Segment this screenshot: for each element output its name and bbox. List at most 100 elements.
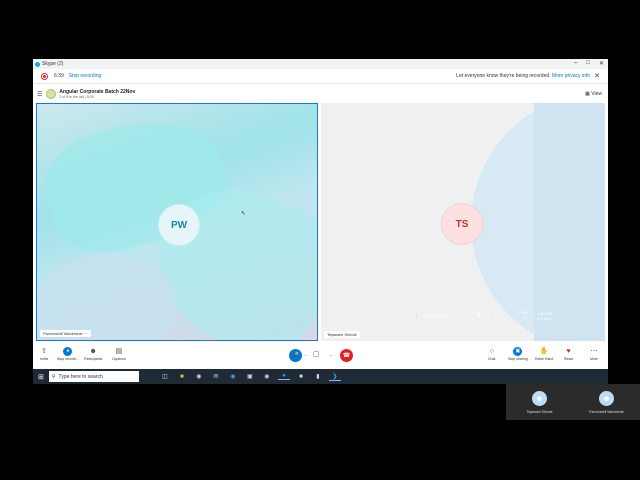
stop-recording-button[interactable]: ● Stop recordi... — [57, 347, 79, 361]
control-label: Invite — [40, 357, 49, 361]
powerpoint-icon[interactable]: ■ — [295, 374, 307, 380]
recording-notice-text: Let everyone know they're being recorded… — [456, 73, 551, 79]
control-label: Stop recordi... — [57, 357, 79, 361]
chat-icon: ○ — [489, 348, 494, 355]
privacy-info-link[interactable]: More privacy info — [552, 73, 590, 79]
invite-button[interactable]: ⇧ Invite — [40, 347, 48, 361]
avatar: PW — [158, 204, 200, 246]
participant-name-tag: Tejaswini Shinde — [324, 331, 360, 338]
menu-icon[interactable]: ☰ — [37, 91, 42, 98]
microphone-button[interactable]: 🎤 — [289, 349, 302, 362]
skype-window: Skype (2) – □ ✕ 6:39 Stop recording Let … — [33, 59, 608, 384]
more-button[interactable]: ⋯ More — [590, 347, 598, 361]
volume-icon[interactable]: ♫ — [493, 313, 496, 318]
call-controls: ⇧ Invite ● Stop recordi... ☻ Participant… — [33, 344, 608, 369]
close-icon[interactable]: ✕ — [599, 60, 604, 67]
system-tray: ⌃ ▮ ◯ ♫ — [470, 312, 497, 318]
share-screen-icon: ▣ — [513, 347, 523, 356]
weather-text: 22°C Clear — [423, 313, 448, 320]
skype-taskbar-icon[interactable]: ● — [277, 373, 290, 380]
group-avatar — [46, 89, 57, 99]
chevron-down-icon[interactable]: ⌄ — [304, 352, 307, 357]
task-view-icon[interactable]: ◫ — [159, 373, 171, 380]
windows-taskbar: ⊞ ⚲ Type here to search ◫ ■ ◉ ✉ ◉ ▣ ◉ ● … — [33, 369, 608, 384]
mini-call-window[interactable]: ☻ Tejaswini Shinde ☻ Panchashil Wankhede — [506, 384, 640, 420]
background-shape — [534, 103, 605, 341]
avatar: TS — [441, 203, 483, 245]
terminal-icon[interactable]: ▮ — [312, 373, 324, 380]
edge-icon[interactable]: ◉ — [227, 373, 239, 380]
language-code: ENG — [521, 311, 529, 315]
region-code: IN — [523, 315, 527, 320]
grid-icon: ▦ — [585, 91, 590, 97]
hang-up-icon: ☎ — [342, 353, 351, 359]
person-icon: ☻ — [532, 391, 547, 406]
person-icon: ☻ — [599, 391, 614, 406]
control-label: Raise Hand — [535, 357, 554, 361]
raise-hand-button[interactable]: ✋ Raise Hand — [535, 347, 553, 361]
control-label: More — [590, 357, 598, 361]
language-indicator[interactable]: ENG IN — [521, 311, 529, 320]
window-controls: – □ ✕ — [574, 60, 604, 67]
minimize-icon[interactable]: – — [574, 60, 577, 67]
control-label: Captions — [112, 357, 126, 361]
background-shape — [37, 254, 177, 340]
chrome-icon[interactable]: ◉ — [261, 373, 273, 380]
vscode-icon[interactable]: ❯ — [328, 373, 341, 381]
more-options-icon[interactable]: ··· — [84, 331, 88, 336]
end-call-button[interactable]: ☎ — [340, 349, 353, 362]
control-label: Stop sharing — [508, 357, 528, 361]
store-icon[interactable]: ▣ — [244, 373, 256, 380]
avatar-initials: PW — [170, 219, 188, 231]
recording-time: 6:39 — [54, 73, 64, 79]
meeting-info[interactable]: Angular Corporate Batch 22Nov 2 of 8 in … — [59, 89, 135, 99]
mail-icon[interactable]: ✉ — [210, 373, 222, 380]
stop-recording-link[interactable]: Stop recording — [69, 73, 102, 79]
avatar-initials: TS — [455, 218, 469, 230]
heart-icon: ♥ — [566, 348, 571, 355]
search-icon: ⚲ — [51, 373, 56, 380]
recording-icon — [41, 72, 48, 80]
dismiss-recording-icon[interactable]: ✕ — [594, 72, 600, 80]
chevron-up-icon[interactable]: ⌃ — [470, 312, 474, 318]
microphone-icon: 🎤 — [291, 353, 300, 359]
participant-name: Tejaswini Shinde — [327, 332, 357, 337]
video-tile-ts[interactable]: TS Tejaswini Shinde — [321, 103, 605, 341]
windows-start-icon[interactable]: ⊞ — [38, 373, 44, 381]
maximize-icon[interactable]: □ — [586, 60, 590, 67]
taskbar-search-input[interactable]: ⚲ Type here to search — [48, 371, 139, 382]
clock-date: 2/2/2023 — [537, 316, 553, 321]
search-placeholder: Type here to search — [58, 373, 103, 380]
view-button[interactable]: ▦ View — [585, 91, 602, 97]
mini-participant-name: Tejaswini Shinde — [526, 410, 553, 414]
chrome-icon[interactable]: ◉ — [193, 373, 205, 380]
stop-sharing-button[interactable]: ▣ Stop sharing — [508, 347, 528, 361]
window-title: Skype (2) — [42, 61, 64, 67]
control-label: Chat — [488, 357, 496, 361]
chevron-down-icon[interactable]: ⌄ — [329, 352, 332, 357]
camera-off-icon[interactable]: ▢ — [313, 350, 320, 358]
battery-icon[interactable]: ▮ — [478, 312, 480, 318]
participants-button[interactable]: ☻ Participants — [84, 347, 102, 361]
skype-icon — [35, 61, 40, 67]
view-label: View — [591, 91, 602, 97]
react-button[interactable]: ♥ React — [564, 347, 573, 361]
meeting-subtitle: 2 of 8 in the call | 8:05 — [59, 95, 94, 99]
recording-bar: 6:39 Stop recording Let everyone know th… — [33, 69, 608, 84]
mouse-cursor-icon: ↖ — [241, 211, 247, 217]
participant-name-tag: Panchashil Wankhede ··· — [40, 330, 91, 337]
taskbar-clock[interactable]: 7:50 PM 2/2/2023 — [537, 311, 553, 321]
more-icon: ⋯ — [590, 348, 598, 355]
recording-notice: Let everyone know they're being recorded… — [456, 73, 590, 79]
network-icon[interactable]: ◯ — [484, 312, 489, 318]
file-explorer-icon[interactable]: ■ — [176, 374, 188, 380]
record-icon: ● — [63, 347, 73, 356]
chat-button[interactable]: ○ Chat — [488, 347, 495, 361]
control-label: React — [564, 357, 574, 361]
captions-button[interactable]: ▤ Captions — [112, 347, 126, 361]
video-tile-pw[interactable]: PW ↖ Panchashil Wankhede ··· — [36, 103, 318, 341]
weather-widget[interactable]: ☾ 22°C Clear — [415, 313, 448, 321]
title-bar: Skype (2) – □ ✕ — [33, 59, 608, 69]
mini-tile: ☻ Tejaswini Shinde — [506, 384, 573, 420]
control-label: Participants — [84, 357, 103, 361]
